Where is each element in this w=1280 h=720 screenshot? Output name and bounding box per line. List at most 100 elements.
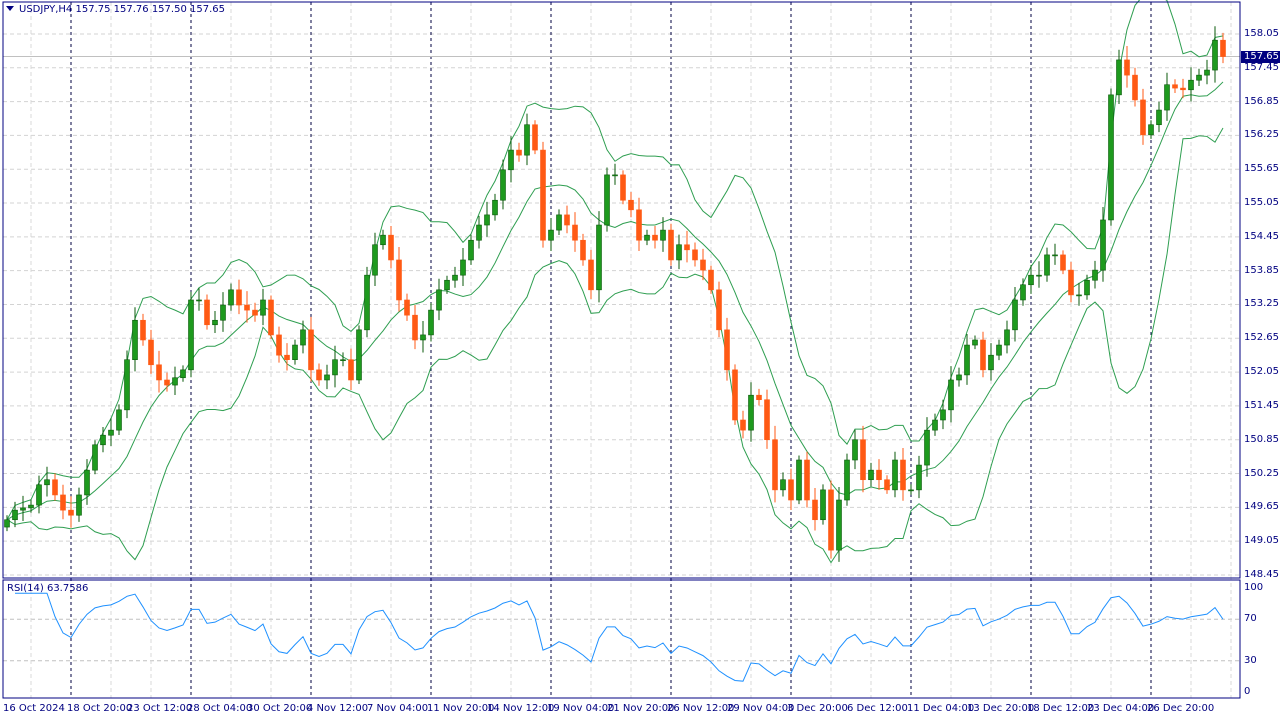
bear-candle (620, 170, 626, 205)
candle-body (1212, 39, 1218, 71)
price-tick-label: 154.45 (1244, 230, 1279, 242)
candle-body (660, 229, 666, 241)
bull-candle (468, 234, 474, 265)
candle-body (812, 499, 818, 521)
bull-candle (76, 487, 82, 522)
bear-candle (804, 451, 810, 508)
price-tick-label: 156.25 (1244, 129, 1279, 141)
candle-body (724, 329, 730, 371)
time-tick-label: 29 Nov 04:00 (727, 703, 795, 714)
candle-body (772, 439, 778, 491)
time-tick-label: 18 Dec 12:00 (1027, 703, 1095, 714)
bull-candle (116, 404, 122, 436)
rsi-panel-border (2, 579, 1241, 699)
candle-body (668, 229, 674, 261)
candle-body (452, 274, 458, 281)
candle-body (1196, 74, 1202, 81)
candle-body (1036, 274, 1042, 277)
candle-body (1148, 124, 1154, 136)
candle-body (516, 149, 522, 156)
candle-body (412, 314, 418, 341)
candle-body (268, 299, 274, 336)
bull-candle (1052, 243, 1058, 265)
candle-body (1220, 39, 1226, 57)
time-tick-label: 23 Oct 12:00 (127, 703, 193, 714)
bollinger-upper-band (6, 0, 1224, 520)
candle-body (740, 419, 746, 431)
candle-body (340, 359, 346, 362)
candle-body (924, 429, 930, 466)
candle-body (580, 239, 586, 261)
bear-candle (636, 197, 642, 252)
bull-candle (20, 495, 26, 521)
price-tick-label: 148.45 (1244, 568, 1279, 580)
bull-candle (1188, 67, 1194, 102)
candle-body (708, 269, 714, 291)
price-tick-label: 153.25 (1244, 298, 1279, 310)
candle-body (60, 494, 66, 511)
candle-body (836, 499, 842, 551)
bear-candle (788, 468, 794, 510)
bear-candle (1068, 261, 1074, 303)
price-tick-label: 149.65 (1244, 501, 1279, 513)
bull-candle (484, 201, 490, 237)
rsi-tick-label: 100 (1244, 582, 1264, 593)
bear-candle (900, 447, 906, 501)
candle-body (116, 409, 122, 431)
bull-candle (972, 335, 978, 350)
bull-candle (372, 232, 378, 286)
candle-body (220, 304, 226, 321)
bull-candle (260, 288, 266, 326)
candle-body (948, 379, 954, 411)
bull-candle (100, 426, 106, 453)
candle-body (612, 174, 618, 177)
bull-candle (188, 291, 194, 378)
bull-candle (796, 455, 802, 505)
bull-candle (956, 367, 962, 387)
bear-candle (140, 313, 146, 346)
bear-candle (532, 120, 538, 155)
candle-body (236, 289, 242, 306)
price-tick-label: 153.85 (1244, 264, 1279, 276)
dropdown-triangle-icon[interactable] (6, 6, 14, 11)
bull-candle (836, 487, 842, 562)
candle-body (692, 249, 698, 261)
candle-body (1132, 74, 1138, 101)
time-tick-label: 14 Nov 12:00 (487, 703, 555, 714)
candle-body (732, 369, 738, 421)
candle-body (372, 244, 378, 276)
bull-candle (996, 339, 1002, 361)
candle-body (988, 354, 994, 371)
time-tick-label: 13 Dec 20:00 (967, 703, 1035, 714)
bull-candle (1164, 72, 1170, 121)
candle-body (764, 399, 770, 441)
bear-candle (756, 388, 762, 406)
bear-candle (884, 475, 890, 494)
bear-candle (388, 225, 394, 269)
bear-candle (156, 350, 162, 393)
candle-body (1060, 254, 1066, 271)
candle-body (300, 329, 306, 346)
candle-body (468, 239, 474, 261)
bear-candle (284, 343, 290, 371)
bear-candle (204, 294, 210, 330)
candle-body (292, 344, 298, 361)
bull-candle (132, 307, 138, 372)
rsi-tick-label: 70 (1244, 613, 1257, 625)
bull-candle (292, 339, 298, 365)
bull-candle (916, 455, 922, 499)
candle-body (1204, 69, 1210, 76)
chart-canvas[interactable] (0, 0, 1280, 720)
candle-body (852, 439, 858, 461)
candle-body (1108, 94, 1114, 221)
time-tick-label: 3 Dec 20:00 (787, 703, 848, 714)
candle-body (396, 259, 402, 301)
bear-candle (580, 233, 586, 266)
candle-body (748, 394, 754, 431)
candle-body (820, 489, 826, 521)
candle-body (12, 509, 18, 521)
price-tick-label: 150.25 (1244, 467, 1279, 479)
bull-candle (492, 193, 498, 221)
bull-candle (1020, 278, 1026, 306)
candle-body (284, 354, 290, 361)
